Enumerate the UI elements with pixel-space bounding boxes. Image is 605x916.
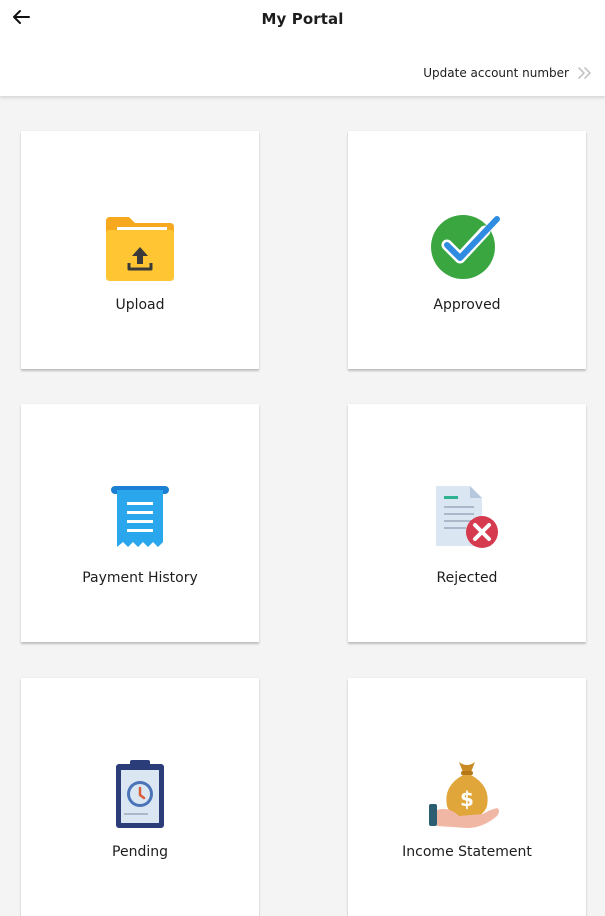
document-rejected-icon — [430, 484, 504, 554]
money-bag-hand-icon: $ — [427, 758, 507, 836]
folder-upload-icon — [103, 211, 177, 289]
upload-tile[interactable]: Upload — [21, 131, 259, 369]
rejected-label: Rejected — [436, 570, 498, 586]
svg-text:$: $ — [460, 787, 474, 811]
update-account-number-label: Update account number — [423, 66, 569, 80]
approved-label: Approved — [433, 297, 501, 313]
approved-tile[interactable]: Approved — [348, 131, 586, 369]
payment-history-label: Payment History — [82, 570, 198, 586]
pending-tile[interactable]: Pending — [21, 678, 259, 916]
income-statement-tile[interactable]: $ Income Statement — [348, 678, 586, 916]
clipboard-clock-icon — [110, 758, 170, 834]
pending-label: Pending — [112, 844, 168, 860]
app-header: My Portal Update account number — [0, 0, 605, 96]
receipt-icon — [105, 484, 175, 554]
payment-history-tile[interactable]: Payment History — [21, 404, 259, 642]
check-circle-icon — [429, 211, 505, 285]
page-title: My Portal — [261, 10, 344, 28]
portal-tile-grid: Upload Approved Payment History Rejected… — [0, 96, 605, 916]
update-account-number-link[interactable]: Update account number — [423, 66, 593, 80]
upload-label: Upload — [115, 297, 165, 313]
rejected-tile[interactable]: Rejected — [348, 404, 586, 642]
double-chevron-right-icon — [577, 66, 593, 80]
income-statement-label: Income Statement — [402, 844, 532, 860]
